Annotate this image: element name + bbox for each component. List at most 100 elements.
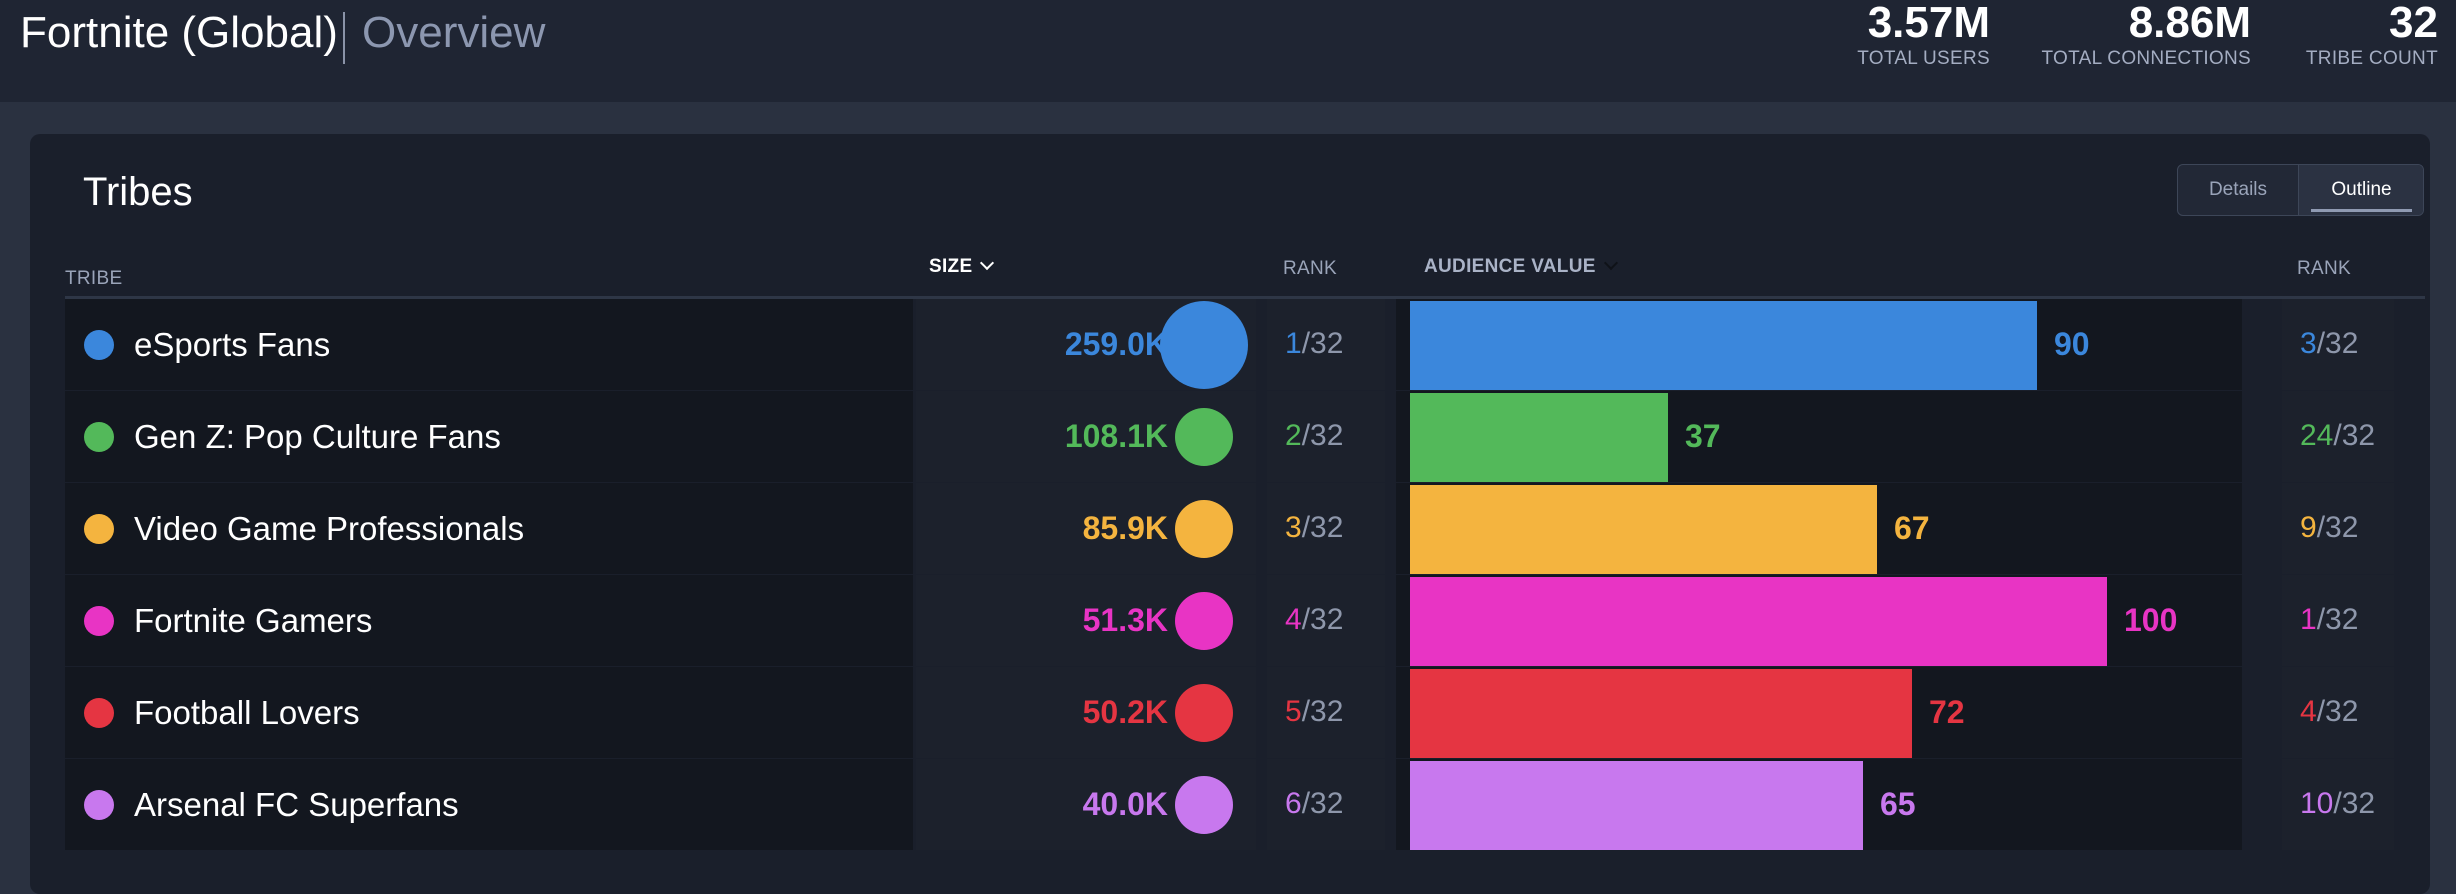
audience-value-bar: [1410, 393, 1668, 482]
column-header-audience-value[interactable]: AUDIENCE VALUE: [1424, 255, 1618, 278]
audience-rank: 4/32: [2300, 695, 2358, 729]
tribes-panel: Tribes Details Outline TRIBE SIZE RANK A…: [30, 134, 2430, 894]
audience-value-label: 90: [2054, 326, 2090, 362]
rank-total: /32: [2333, 419, 2376, 452]
column-header-size[interactable]: SIZE: [929, 255, 995, 278]
size-bubble: [1175, 408, 1233, 466]
audience-value-bar: [1410, 577, 2107, 666]
details-tab[interactable]: Details: [2178, 165, 2298, 215]
top-bar: Fortnite (Global) Overview 3.57M TOTAL U…: [0, 0, 2456, 102]
table-row[interactable]: Football Lovers 50.2K 5/32 72 4/32: [30, 667, 2430, 759]
rank-total: /32: [1301, 695, 1344, 728]
stat-value: 8.86M: [2128, 0, 2251, 47]
stat-label: TOTAL CONNECTIONS: [2041, 48, 2251, 69]
app-subtitle: Overview: [362, 8, 546, 57]
size-rank: 6/32: [1285, 787, 1343, 821]
size-value: 51.3K: [1082, 602, 1168, 638]
size-bubble: [1160, 301, 1248, 389]
tribe-name[interactable]: Football Lovers: [134, 694, 360, 732]
rank-total: /32: [1301, 787, 1344, 820]
stat-label: TOTAL USERS: [1857, 48, 1990, 69]
audience-value-bar: [1410, 301, 2037, 390]
size-rank-number: 4: [1285, 603, 1302, 636]
column-header-tribe[interactable]: TRIBE: [65, 268, 122, 290]
stat-value: 32: [2389, 0, 2438, 47]
tribe-name[interactable]: eSports Fans: [134, 326, 330, 364]
audience-value-bar: [1410, 761, 1863, 850]
rank-total: /32: [1301, 327, 1344, 360]
audience-value-bar: [1410, 485, 1877, 574]
stat-total-users: 3.57M TOTAL USERS: [1857, 0, 1990, 70]
audience-rank-number: 10: [2300, 787, 2334, 820]
outline-tab[interactable]: Outline: [2298, 165, 2423, 215]
title-divider: [343, 12, 345, 64]
stat-label: TRIBE COUNT: [2305, 48, 2438, 69]
audience-rank-number: 1: [2300, 603, 2317, 636]
audience-value-label: 37: [1685, 418, 1721, 454]
tribe-color-dot: [84, 698, 114, 728]
size-value: 259.0K: [1064, 326, 1168, 362]
tribe-name[interactable]: Arsenal FC Superfans: [134, 786, 459, 824]
audience-rank: 9/32: [2300, 511, 2358, 545]
column-header-audience-rank[interactable]: RANK: [2297, 258, 2351, 280]
chevron-down-icon: [980, 255, 995, 271]
table-row[interactable]: Arsenal FC Superfans 40.0K 6/32 65 10/32: [30, 759, 2430, 851]
rank-total: /32: [1301, 511, 1344, 544]
rank-total: /32: [2333, 787, 2376, 820]
size-bubble: [1175, 500, 1233, 558]
size-rank: 1/32: [1285, 327, 1343, 361]
view-toggle: Details Outline: [2177, 164, 2424, 216]
table-row[interactable]: Video Game Professionals 85.9K 3/32 67 9/32: [30, 483, 2430, 575]
size-value: 85.9K: [1082, 510, 1168, 546]
audience-rank: 24/32: [2300, 419, 2375, 453]
size-rank: 4/32: [1285, 603, 1343, 637]
audience-rank: 1/32: [2300, 603, 2358, 637]
size-value: 108.1K: [1064, 418, 1168, 454]
size-rank-number: 3: [1285, 511, 1302, 544]
rank-total: /32: [2316, 603, 2359, 636]
size-rank: 3/32: [1285, 511, 1343, 545]
tribe-name[interactable]: Video Game Professionals: [134, 510, 524, 548]
audience-rank: 3/32: [2300, 327, 2358, 361]
size-rank-number: 6: [1285, 787, 1302, 820]
stat-value: 3.57M: [1867, 0, 1990, 47]
audience-value-label: 67: [1894, 510, 1930, 546]
audience-rank-number: 9: [2300, 511, 2317, 544]
tribe-name[interactable]: Fortnite Gamers: [134, 602, 372, 640]
table-row[interactable]: Gen Z: Pop Culture Fans 108.1K 2/32 37 24/32: [30, 391, 2430, 483]
audience-rank-number: 3: [2300, 327, 2317, 360]
column-header-audience-value-label: AUDIENCE VALUE: [1424, 256, 1596, 277]
rank-total: /32: [1301, 419, 1344, 452]
size-rank-number: 2: [1285, 419, 1302, 452]
size-bubble: [1175, 684, 1233, 742]
audience-value-bar: [1410, 669, 1912, 758]
tribe-color-dot: [84, 790, 114, 820]
audience-value-label: 72: [1929, 694, 1965, 730]
tribe-color-dot: [84, 514, 114, 544]
size-rank-number: 1: [1285, 327, 1302, 360]
audience-rank-number: 24: [2300, 419, 2334, 452]
size-value: 40.0K: [1082, 786, 1168, 822]
size-bubble: [1175, 776, 1233, 834]
stat-tribe-count: 32 TRIBE COUNT: [2306, 0, 2438, 70]
audience-rank-number: 4: [2300, 695, 2317, 728]
size-rank-number: 5: [1285, 695, 1302, 728]
audience-value-label: 100: [2124, 602, 2178, 638]
size-rank: 5/32: [1285, 695, 1343, 729]
panel-title: Tribes: [83, 170, 193, 214]
chevron-down-icon: [1603, 255, 1618, 271]
size-value: 50.2K: [1082, 694, 1168, 730]
rank-total: /32: [2316, 695, 2359, 728]
rank-total: /32: [1301, 603, 1344, 636]
column-header-size-label: SIZE: [929, 256, 973, 277]
column-header-rank[interactable]: RANK: [1283, 258, 1337, 280]
tribe-color-dot: [84, 606, 114, 636]
rank-total: /32: [2316, 511, 2359, 544]
table-row[interactable]: Fortnite Gamers 51.3K 4/32 100 1/32: [30, 575, 2430, 667]
audience-value-label: 65: [1880, 786, 1916, 822]
tribe-color-dot: [84, 422, 114, 452]
size-bubble: [1175, 592, 1233, 650]
app-title: Fortnite (Global): [20, 8, 338, 57]
table-row[interactable]: eSports Fans 259.0K 1/32 90 3/32: [30, 299, 2430, 391]
tribe-name[interactable]: Gen Z: Pop Culture Fans: [134, 418, 501, 456]
